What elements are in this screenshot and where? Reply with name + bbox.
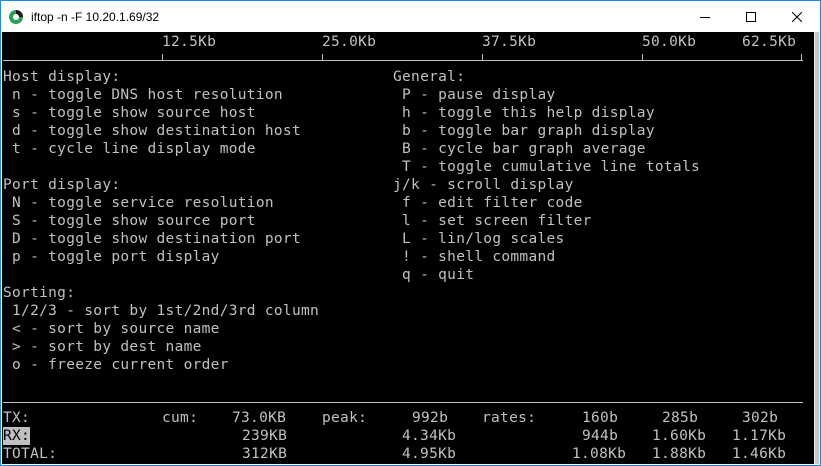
help-item: t - cycle line display mode xyxy=(3,141,256,157)
help-heading-port: Port display: xyxy=(3,177,121,193)
maximize-button[interactable] xyxy=(728,1,774,32)
scale-axis xyxy=(3,60,803,61)
stats-peak-value: 4.95Kb xyxy=(402,446,457,462)
help-item: N - toggle service resolution xyxy=(3,195,274,211)
scale-label: 50.0Kb xyxy=(642,34,697,50)
help-item: n - toggle DNS host resolution xyxy=(3,87,283,103)
help-item: l - set screen filter xyxy=(393,213,592,229)
help-item: > - sort by dest name xyxy=(3,339,202,355)
stats-row-label: RX: xyxy=(3,427,31,445)
maximize-icon xyxy=(746,11,756,22)
help-heading-host: Host display: xyxy=(3,69,121,85)
stats-cum-value: 312KB xyxy=(242,446,288,462)
cygwin-app-icon[interactable] xyxy=(8,9,24,25)
scrollbar-thumb[interactable] xyxy=(815,32,819,464)
stats-rate-40s: 1.46Kb xyxy=(732,446,787,462)
minimize-button[interactable] xyxy=(682,1,728,32)
minimize-icon xyxy=(700,16,710,18)
help-item: h - toggle this help display xyxy=(393,105,655,121)
help-item: T - toggle cumulative line totals xyxy=(393,159,701,175)
stats-rate-10s: 1.60Kb xyxy=(652,428,707,444)
help-item: o - freeze current order xyxy=(3,357,229,373)
window-title: iftop -n -F 10.20.1.69/32 xyxy=(31,10,160,24)
stats-peak-value: 4.34Kb xyxy=(402,428,457,444)
stats-rate-10s: 1.88Kb xyxy=(652,446,707,462)
close-icon xyxy=(792,11,802,22)
help-item: f - edit filter code xyxy=(393,195,583,211)
terminal-window: iftop -n -F 10.20.1.69/32 12.5Kb 25.0Kb … xyxy=(0,0,821,466)
stats-rate-2s: 1.08Kb xyxy=(572,446,627,462)
help-item: L - lin/log scales xyxy=(393,231,565,247)
help-item: B - cycle bar graph average xyxy=(393,141,646,157)
stats-rate-2s: 160b xyxy=(582,410,619,426)
stats-rate-40s: 302b xyxy=(742,410,779,426)
help-item: j/k - scroll display xyxy=(393,177,574,193)
help-heading-sorting: Sorting: xyxy=(3,285,76,301)
scale-tick xyxy=(162,54,163,60)
scale-tick xyxy=(642,54,643,60)
help-item: D - toggle show destination port xyxy=(3,231,301,247)
stats-rate-2s: 944b xyxy=(582,428,619,444)
stats-cum-value: 73.0KB xyxy=(232,410,287,426)
scale-tick xyxy=(801,54,802,60)
help-item: q - quit xyxy=(393,267,475,283)
title-bar[interactable]: iftop -n -F 10.20.1.69/32 xyxy=(1,1,820,32)
stats-separator xyxy=(3,402,803,403)
help-item: p - toggle port display xyxy=(3,249,220,265)
terminal-area[interactable]: 12.5Kb 25.0Kb 37.5Kb 50.0Kb 62.5Kb Host … xyxy=(2,32,814,464)
close-button[interactable] xyxy=(774,1,820,32)
stats-row-label: TX: xyxy=(3,410,31,426)
stats-peak-value: 992b xyxy=(412,410,449,426)
scale-label: 12.5Kb xyxy=(162,34,217,50)
help-item: 1/2/3 - sort by 1st/2nd/3rd column xyxy=(3,303,320,319)
scale-label: 25.0Kb xyxy=(322,34,377,50)
rates-label: rates: xyxy=(482,410,537,426)
help-item: < - sort by source name xyxy=(3,321,220,337)
stats-cum-value: 239KB xyxy=(242,428,288,444)
help-item: P - pause display xyxy=(393,87,556,103)
help-item: S - toggle show source port xyxy=(3,213,256,229)
stats-rate-10s: 285b xyxy=(662,410,699,426)
peak-label: peak: xyxy=(322,410,368,426)
scale-tick xyxy=(322,54,323,60)
stats-rate-40s: 1.17Kb xyxy=(732,428,787,444)
scale-label: 37.5Kb xyxy=(482,34,537,50)
scale-label: 62.5Kb xyxy=(742,34,797,50)
help-item: b - toggle bar graph display xyxy=(393,123,655,139)
help-item: s - toggle show source host xyxy=(3,105,256,121)
help-heading-general: General: xyxy=(393,69,466,85)
vertical-scrollbar[interactable] xyxy=(814,32,820,464)
stats-row-label: TOTAL: xyxy=(3,446,58,462)
help-item: d - toggle show destination host xyxy=(3,123,301,139)
cum-label: cum: xyxy=(162,410,199,426)
scale-tick xyxy=(482,54,483,60)
help-item: ! - shell command xyxy=(393,249,556,265)
